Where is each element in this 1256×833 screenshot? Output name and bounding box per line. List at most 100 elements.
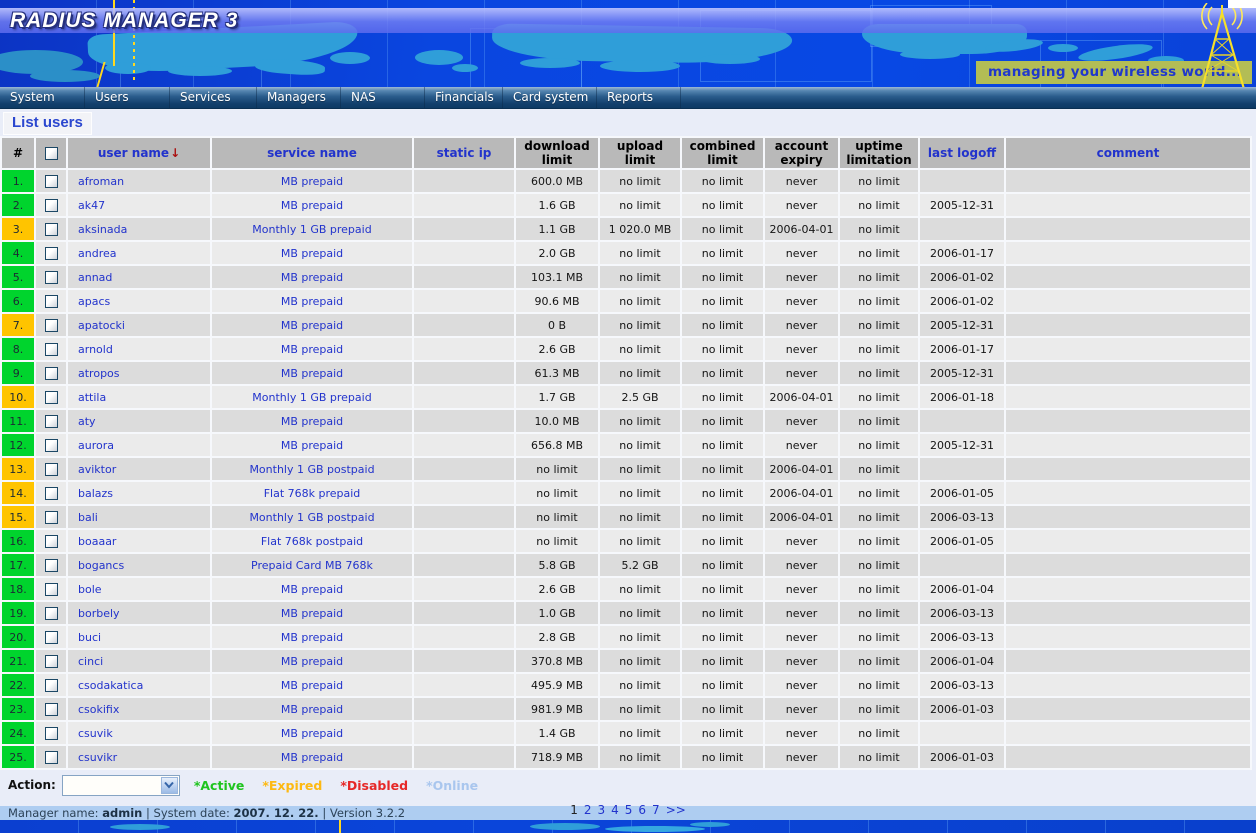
row-checkbox[interactable] bbox=[45, 655, 58, 668]
user-name-link[interactable]: csuvikr bbox=[68, 746, 210, 768]
user-name-link[interactable]: csodakatica bbox=[68, 674, 210, 696]
user-name-link[interactable]: buci bbox=[68, 626, 210, 648]
service-name-link[interactable]: Monthly 1 GB postpaid bbox=[212, 506, 412, 528]
column-header-select[interactable] bbox=[36, 138, 66, 168]
service-name-link[interactable]: MB prepaid bbox=[212, 362, 412, 384]
column-header-comment[interactable]: comment bbox=[1006, 138, 1250, 168]
user-name-link[interactable]: csokifix bbox=[68, 698, 210, 720]
user-name-link[interactable]: arnold bbox=[68, 338, 210, 360]
row-checkbox[interactable] bbox=[45, 223, 58, 236]
row-checkbox[interactable] bbox=[45, 439, 58, 452]
service-name-link[interactable]: Flat 768k postpaid bbox=[212, 530, 412, 552]
row-checkbox[interactable] bbox=[45, 463, 58, 476]
menu-item-system[interactable]: System bbox=[0, 87, 85, 108]
service-name-link[interactable]: MB prepaid bbox=[212, 242, 412, 264]
row-checkbox[interactable] bbox=[45, 367, 58, 380]
row-checkbox[interactable] bbox=[45, 295, 58, 308]
page-link-3[interactable]: 3 bbox=[597, 803, 605, 817]
service-name-link[interactable]: Monthly 1 GB prepaid bbox=[212, 386, 412, 408]
column-header-last-logoff[interactable]: last logoff bbox=[920, 138, 1004, 168]
menu-item-nas[interactable]: NAS bbox=[341, 87, 425, 108]
service-name-link[interactable]: MB prepaid bbox=[212, 746, 412, 768]
user-name-link[interactable]: aty bbox=[68, 410, 210, 432]
user-name-link[interactable]: csuvik bbox=[68, 722, 210, 744]
column-header-user-name[interactable]: user name↓ bbox=[68, 138, 210, 168]
page-next-link[interactable]: >> bbox=[666, 803, 686, 817]
menu-item-card-system[interactable]: Card system bbox=[503, 87, 597, 108]
row-checkbox[interactable] bbox=[45, 391, 58, 404]
row-checkbox[interactable] bbox=[45, 679, 58, 692]
service-name-link[interactable]: MB prepaid bbox=[212, 434, 412, 456]
action-select[interactable] bbox=[62, 775, 180, 796]
select-all-checkbox[interactable] bbox=[45, 147, 58, 160]
service-name-link[interactable]: MB prepaid bbox=[212, 338, 412, 360]
menu-item-financials[interactable]: Financials bbox=[425, 87, 503, 108]
row-checkbox[interactable] bbox=[45, 607, 58, 620]
row-checkbox[interactable] bbox=[45, 487, 58, 500]
user-name-link[interactable]: aviktor bbox=[68, 458, 210, 480]
upload-limit-value: no limit bbox=[600, 650, 680, 672]
service-name-link[interactable]: Flat 768k prepaid bbox=[212, 482, 412, 504]
user-name-link[interactable]: annad bbox=[68, 266, 210, 288]
user-name-link[interactable]: bogancs bbox=[68, 554, 210, 576]
user-name-link[interactable]: apatocki bbox=[68, 314, 210, 336]
row-checkbox[interactable] bbox=[45, 703, 58, 716]
menu-item-reports[interactable]: Reports bbox=[597, 87, 681, 108]
row-checkbox[interactable] bbox=[45, 175, 58, 188]
service-name-link[interactable]: MB prepaid bbox=[212, 410, 412, 432]
user-name-link[interactable]: borbely bbox=[68, 602, 210, 624]
service-name-link[interactable]: Prepaid Card MB 768k bbox=[212, 554, 412, 576]
menu-item-managers[interactable]: Managers bbox=[257, 87, 341, 108]
user-name-link[interactable]: ak47 bbox=[68, 194, 210, 216]
user-name-link[interactable]: boaaar bbox=[68, 530, 210, 552]
row-checkbox[interactable] bbox=[45, 511, 58, 524]
row-checkbox[interactable] bbox=[45, 247, 58, 260]
menu-item-services[interactable]: Services bbox=[170, 87, 257, 108]
row-checkbox[interactable] bbox=[45, 535, 58, 548]
page-link-6[interactable]: 6 bbox=[638, 803, 646, 817]
row-checkbox[interactable] bbox=[45, 271, 58, 284]
row-checkbox[interactable] bbox=[45, 319, 58, 332]
service-name-link[interactable]: MB prepaid bbox=[212, 650, 412, 672]
row-checkbox[interactable] bbox=[45, 199, 58, 212]
service-name-link[interactable]: MB prepaid bbox=[212, 674, 412, 696]
chevron-down-icon[interactable] bbox=[161, 777, 178, 794]
column-header-service-name[interactable]: service name bbox=[212, 138, 412, 168]
row-checkbox[interactable] bbox=[45, 583, 58, 596]
user-name-link[interactable]: aksinada bbox=[68, 218, 210, 240]
user-name-link[interactable]: bali bbox=[68, 506, 210, 528]
row-checkbox[interactable] bbox=[45, 343, 58, 356]
service-name-link[interactable]: MB prepaid bbox=[212, 602, 412, 624]
user-name-link[interactable]: balazs bbox=[68, 482, 210, 504]
service-name-link[interactable]: MB prepaid bbox=[212, 722, 412, 744]
user-name-link[interactable]: attila bbox=[68, 386, 210, 408]
service-name-link[interactable]: MB prepaid bbox=[212, 290, 412, 312]
row-checkbox[interactable] bbox=[45, 559, 58, 572]
service-name-link[interactable]: Monthly 1 GB postpaid bbox=[212, 458, 412, 480]
user-name-link[interactable]: cinci bbox=[68, 650, 210, 672]
service-name-link[interactable]: MB prepaid bbox=[212, 170, 412, 192]
service-name-link[interactable]: MB prepaid bbox=[212, 266, 412, 288]
user-name-link[interactable]: andrea bbox=[68, 242, 210, 264]
user-name-link[interactable]: atropos bbox=[68, 362, 210, 384]
user-name-link[interactable]: apacs bbox=[68, 290, 210, 312]
service-name-link[interactable]: MB prepaid bbox=[212, 698, 412, 720]
row-checkbox[interactable] bbox=[45, 631, 58, 644]
row-checkbox[interactable] bbox=[45, 751, 58, 764]
menu-item-users[interactable]: Users bbox=[85, 87, 170, 108]
service-name-link[interactable]: MB prepaid bbox=[212, 578, 412, 600]
service-name-link[interactable]: MB prepaid bbox=[212, 194, 412, 216]
user-name-link[interactable]: aurora bbox=[68, 434, 210, 456]
service-name-link[interactable]: Monthly 1 GB prepaid bbox=[212, 218, 412, 240]
user-name-link[interactable]: afroman bbox=[68, 170, 210, 192]
column-header-static-ip[interactable]: static ip bbox=[414, 138, 514, 168]
page-link-4[interactable]: 4 bbox=[611, 803, 619, 817]
row-checkbox[interactable] bbox=[45, 415, 58, 428]
service-name-link[interactable]: MB prepaid bbox=[212, 314, 412, 336]
page-link-5[interactable]: 5 bbox=[625, 803, 633, 817]
user-name-link[interactable]: bole bbox=[68, 578, 210, 600]
service-name-link[interactable]: MB prepaid bbox=[212, 626, 412, 648]
row-checkbox[interactable] bbox=[45, 727, 58, 740]
page-link-2[interactable]: 2 bbox=[584, 803, 592, 817]
page-link-7[interactable]: 7 bbox=[652, 803, 660, 817]
